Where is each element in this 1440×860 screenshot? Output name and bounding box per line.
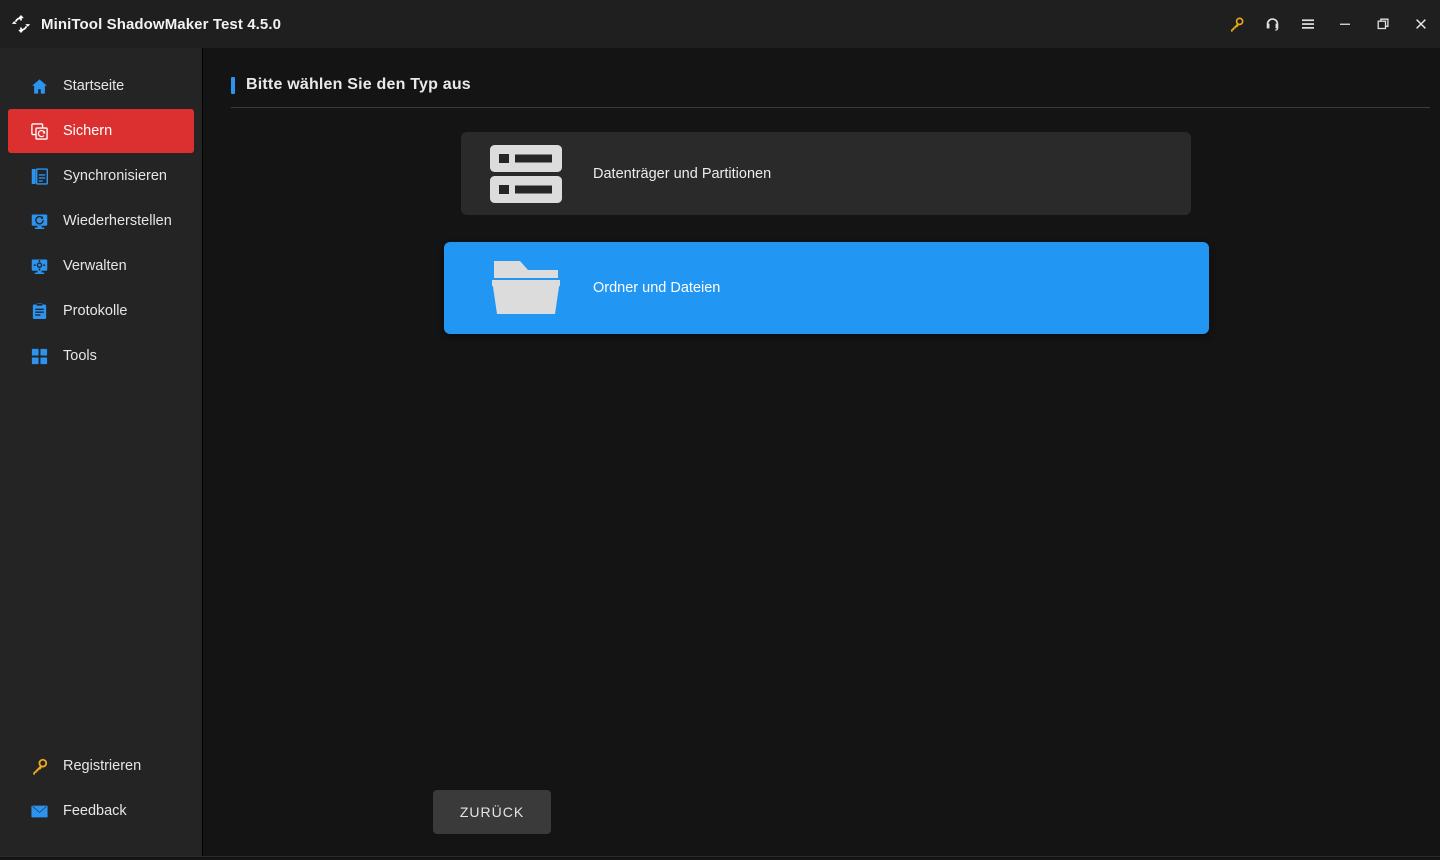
close-icon: [1416, 19, 1426, 29]
option-card-disks-partitions[interactable]: Datenträger und Partitionen: [461, 132, 1191, 215]
sidebar-item-tools[interactable]: Tools: [8, 334, 194, 378]
menu-icon[interactable]: [1290, 0, 1326, 48]
sidebar-item-label: Registrieren: [63, 758, 142, 774]
back-button[interactable]: ZURÜCK: [433, 790, 551, 834]
sidebar-item-synchronisieren[interactable]: Synchronisieren: [8, 154, 194, 198]
accent-bar: [231, 76, 235, 94]
sidebar-item-label: Sichern: [63, 123, 113, 139]
tools-grid-icon: [31, 348, 48, 364]
backup-type-options: Datenträger und Partitionen Ordner und D…: [203, 108, 1440, 334]
sync-arrows-logo-icon: [11, 15, 31, 33]
sidebar-item-wiederherstellen[interactable]: Wiederherstellen: [8, 199, 194, 243]
window-bottom-edge: [0, 856, 1440, 860]
sidebar-item-feedback[interactable]: Feedback: [8, 789, 194, 833]
minimize-button[interactable]: [1326, 0, 1364, 48]
hamburger-menu-icon: [1302, 19, 1314, 29]
titlebar-actions: [1218, 0, 1440, 48]
sidebar-item-label: Tools: [63, 348, 97, 364]
option-label: Ordner und Dateien: [593, 280, 721, 296]
window-title: MiniTool ShadowMaker Test 4.5.0: [41, 15, 282, 33]
key-icon: [33, 758, 48, 775]
logs-clipboard-icon: [32, 302, 47, 319]
sidebar-item-verwalten[interactable]: Verwalten: [8, 244, 194, 288]
footer-actions: ZURÜCK: [203, 790, 1440, 856]
sidebar-item-label: Startseite: [63, 78, 125, 94]
main-spacer: [203, 334, 1440, 790]
sidebar-bottom-list: Registrieren Feedback: [0, 744, 202, 856]
sidebar-item-sichern[interactable]: Sichern: [8, 109, 194, 153]
application-window: MiniTool ShadowMaker Test 4.5.0 Startsei…: [0, 0, 1440, 860]
minimize-icon: [1340, 23, 1350, 25]
restore-monitor-icon: [31, 214, 48, 229]
option-icon-wrap: [488, 255, 564, 321]
support-headset-icon[interactable]: [1254, 0, 1290, 48]
restore-icon: [1377, 18, 1389, 30]
disks-partitions-icon: [490, 144, 562, 203]
manage-gear-monitor-icon: [31, 259, 48, 274]
sidebar-item-label: Feedback: [63, 803, 127, 819]
sidebar-item-startseite[interactable]: Startseite: [8, 64, 194, 108]
section-header: Bitte wählen Sie den Typ aus: [231, 76, 1430, 108]
option-label: Datenträger und Partitionen: [593, 165, 772, 182]
sidebar-item-protokolle[interactable]: Protokolle: [8, 289, 194, 333]
brand: MiniTool ShadowMaker Test 4.5.0: [10, 13, 281, 35]
sidebar-item-label: Verwalten: [63, 258, 127, 274]
folder-icon: [492, 261, 560, 314]
headset-icon: [1266, 17, 1278, 31]
register-key-icon[interactable]: [1218, 0, 1254, 48]
title-bar: MiniTool ShadowMaker Test 4.5.0: [0, 0, 1440, 48]
main-content: Bitte wählen Sie den Typ aus Datenträger…: [203, 48, 1440, 856]
maximize-button[interactable]: [1364, 0, 1402, 48]
option-card-folders-files[interactable]: Ordner und Dateien: [444, 242, 1209, 334]
key-icon: [1230, 17, 1243, 32]
backup-icon: [31, 122, 48, 140]
mail-icon: [31, 805, 48, 817]
page-title: Bitte wählen Sie den Typ aus: [246, 76, 471, 93]
close-button[interactable]: [1402, 0, 1440, 48]
sidebar-item-label: Wiederherstellen: [63, 213, 172, 229]
sidebar: Startseite Sichern Synchronisieren Wiede…: [0, 48, 203, 856]
sidebar-item-registrieren[interactable]: Registrieren: [8, 744, 194, 788]
home-icon: [32, 78, 47, 94]
sidebar-nav-list: Startseite Sichern Synchronisieren Wiede…: [0, 64, 202, 379]
body: Startseite Sichern Synchronisieren Wiede…: [0, 48, 1440, 856]
sidebar-item-label: Protokolle: [63, 303, 128, 319]
sync-icon: [31, 167, 48, 185]
sidebar-item-label: Synchronisieren: [63, 168, 167, 184]
option-icon-wrap: [488, 143, 564, 205]
